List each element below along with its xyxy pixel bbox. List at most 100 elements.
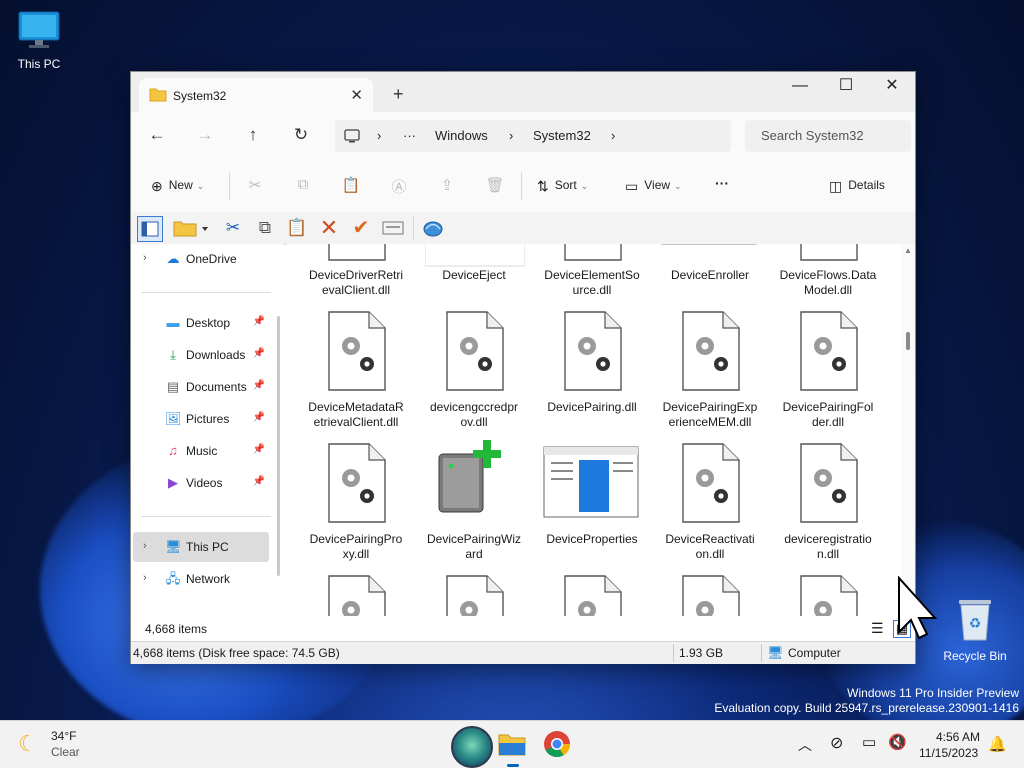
file-icon[interactable]	[443, 574, 505, 616]
file-icon[interactable]	[325, 574, 387, 616]
details-button[interactable]: ◫ Details	[829, 178, 885, 195]
file-icon[interactable]	[679, 574, 741, 616]
sidebar-item-music[interactable]: ♫ Music 📌	[133, 436, 269, 466]
chrome-icon	[544, 731, 571, 758]
new-tab-button[interactable]: +	[393, 84, 404, 105]
file-icon[interactable]	[561, 574, 623, 616]
file-icon[interactable]	[561, 244, 623, 265]
no-network-icon[interactable]: ⊘	[830, 733, 843, 753]
file-icon[interactable]	[797, 442, 859, 527]
file-icon[interactable]	[679, 442, 741, 527]
display-icon[interactable]: ▭	[862, 733, 876, 751]
file-icon[interactable]	[325, 244, 387, 265]
divider	[673, 644, 674, 662]
taskbar-app-file-explorer[interactable]	[497, 728, 529, 767]
sidebar-item-documents[interactable]: ▤ Documents 📌	[133, 372, 269, 402]
file-icon[interactable]	[325, 310, 387, 395]
address-bar: ← → ↑ ↻ › ··· Windows › System32 › Searc…	[131, 112, 915, 160]
classic-status-bar: 4,668 items (Disk free space: 74.5 GB) 1…	[131, 641, 915, 664]
desktop-icon-recycle-bin[interactable]: ♻ Recycle Bin	[940, 596, 1010, 663]
breadcrumb[interactable]: › ··· Windows › System32 ›	[335, 120, 731, 152]
close-window-button[interactable]: ✕	[869, 72, 915, 102]
minimize-button[interactable]: —	[777, 72, 823, 102]
file-icon[interactable]	[424, 244, 526, 271]
notification-bell-icon[interactable]: 🔔	[988, 735, 1007, 753]
mouse-cursor-icon	[898, 576, 938, 640]
taskbar-app-chrome[interactable]	[543, 730, 571, 761]
file-icon[interactable]	[325, 442, 387, 527]
rename-icon[interactable]: Ⓐ	[389, 176, 409, 197]
breadcrumb-system32[interactable]: System32	[533, 128, 591, 143]
paste-icon[interactable]: 📋	[341, 176, 361, 194]
close-tab-button[interactable]: ✕	[350, 86, 363, 104]
file-icon[interactable]	[433, 436, 513, 525]
tab-title: System32	[173, 89, 227, 103]
maximize-button[interactable]: ☐	[823, 72, 869, 102]
file-icon[interactable]	[797, 574, 859, 616]
clock-time[interactable]: 4:56 AM	[936, 730, 980, 744]
sidebar-item-downloads[interactable]: ⤓ Downloads 📌	[133, 340, 269, 370]
sidebar-item-this-pc[interactable]: › 🖥 This PC	[133, 532, 269, 562]
copy-icon[interactable]: ⧉	[253, 216, 277, 240]
weather-widget[interactable]: ☾ 34°F Clear	[16, 729, 106, 761]
clock-date[interactable]: 11/15/2023	[919, 746, 978, 760]
file-icon[interactable]	[661, 244, 757, 265]
volume-muted-icon[interactable]: 🔇	[888, 733, 907, 751]
file-icon[interactable]	[797, 310, 859, 395]
sidebar-item-desktop[interactable]: ▬ Desktop 📌	[133, 308, 269, 338]
file-icon[interactable]	[679, 310, 741, 395]
scroll-up-icon[interactable]: ▲	[904, 246, 912, 255]
share-icon[interactable]: ⇪	[437, 176, 457, 194]
shell-icon[interactable]	[421, 216, 445, 240]
disk-info: 4,668 items (Disk free space: 74.5 GB)	[133, 646, 340, 660]
breadcrumb-windows[interactable]: Windows	[435, 128, 488, 143]
sidebar-item-videos[interactable]: ▶ Videos 📌	[133, 468, 269, 498]
search-input[interactable]: Search System32	[745, 120, 911, 152]
desktop-icon-this-pc[interactable]: This PC	[4, 10, 74, 71]
file-icon[interactable]	[797, 244, 859, 265]
sort-button[interactable]: ⇅ Sort ⌄	[537, 178, 588, 195]
vertical-scrollbar[interactable]: ▲ ▼	[901, 244, 915, 616]
paste-icon[interactable]: 📋	[285, 216, 309, 240]
computer-icon: 🖥	[165, 539, 182, 554]
file-name-line: on.dll	[695, 547, 725, 561]
selection-size: 1.93 GB	[679, 646, 724, 660]
refresh-button[interactable]: ↻	[289, 125, 313, 145]
checkmark-icon[interactable]: ✔	[349, 216, 373, 240]
up-button[interactable]: ↑	[241, 125, 265, 145]
cut-icon[interactable]: ✂	[245, 176, 265, 194]
view-button[interactable]: ▭ View ⌄	[625, 178, 682, 195]
sidebar-item-onedrive[interactable]: › ☁ OneDrive	[133, 244, 269, 274]
folder-options-icon[interactable]	[171, 216, 211, 240]
scroll-thumb[interactable]	[906, 332, 910, 350]
svg-text:♻: ♻	[969, 615, 982, 631]
file-icon[interactable]	[443, 310, 505, 395]
delete-icon[interactable]: 🗑	[485, 176, 505, 194]
file-name: DevicePairingFol der.dll	[773, 400, 883, 430]
breadcrumb-ellipsis[interactable]: ···	[403, 128, 416, 143]
back-button[interactable]: ←	[145, 125, 169, 145]
file-name: DeviceFlows.Data Model.dll	[773, 268, 883, 298]
file-name: DeviceElementSo urce.dll	[537, 268, 647, 298]
copy-icon[interactable]: ⧉	[293, 176, 313, 193]
file-name-line: etrievalClient.dll	[313, 415, 399, 429]
properties-icon[interactable]	[381, 216, 405, 240]
chevron-up-icon[interactable]: ︿	[798, 735, 812, 755]
file-name-line: DeviceFlows.Data	[779, 268, 877, 282]
sidebar-scrollbar[interactable]	[277, 316, 280, 576]
new-button[interactable]: ⊕ New ⌄	[151, 178, 204, 195]
delete-x-icon[interactable]: ✕	[317, 216, 341, 240]
tab-system32[interactable]: System32 ✕	[139, 78, 373, 112]
taskbar-app-shell[interactable]	[451, 726, 493, 768]
list-view-icon[interactable]: ☰	[871, 620, 884, 637]
navigation-pane-icon[interactable]	[137, 216, 163, 242]
sidebar-item-network[interactable]: › 🖧 Network	[133, 564, 269, 594]
more-options-button[interactable]: ···	[715, 175, 729, 191]
file-icon[interactable]	[561, 310, 623, 395]
file-icon[interactable]	[543, 446, 639, 521]
sidebar-item-pictures[interactable]: 🖼 Pictures 📌	[133, 404, 269, 434]
cut-icon[interactable]: ✂	[221, 216, 245, 240]
forward-button[interactable]: →	[193, 125, 217, 145]
file-explorer-window: System32 ✕ + — ☐ ✕ ← → ↑ ↻ › ··· Windows…	[130, 71, 916, 664]
chevron-right-icon: ›	[143, 572, 147, 584]
